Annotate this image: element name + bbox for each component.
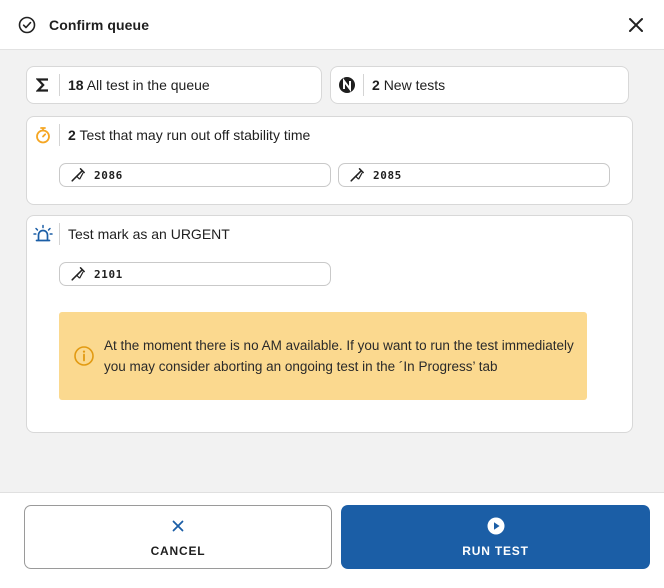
- stopwatch-icon: [27, 117, 59, 153]
- urgent-section: Test mark as an URGENT 2101 At the momen…: [26, 215, 633, 433]
- info-icon: [73, 345, 95, 367]
- sigma-icon: [27, 67, 59, 103]
- close-icon: [169, 517, 187, 535]
- new-tests-count: 2: [372, 77, 380, 93]
- new-tests-card: 2 New tests: [330, 66, 629, 104]
- test-tube-icon: [70, 167, 86, 183]
- all-tests-count: 18: [68, 77, 84, 93]
- new-tests-text: 2 New tests: [372, 77, 445, 93]
- all-tests-text: 18 All test in the queue: [68, 77, 210, 93]
- new-badge-icon: [331, 67, 363, 103]
- all-tests-card: 18 All test in the queue: [26, 66, 322, 104]
- dialog-footer: CANCEL RUN TEST: [0, 492, 664, 588]
- cancel-label: CANCEL: [150, 543, 206, 558]
- cancel-button[interactable]: CANCEL: [24, 505, 332, 569]
- all-tests-label: All test in the queue: [86, 77, 210, 93]
- dialog-header: Confirm queue: [0, 0, 664, 50]
- warning-message: At the moment there is no AM available. …: [104, 338, 574, 374]
- no-am-warning: At the moment there is no AM available. …: [59, 312, 587, 400]
- close-button[interactable]: [624, 13, 648, 37]
- test-chip[interactable]: 2085: [338, 163, 610, 187]
- urgent-label: Test mark as an URGENT: [68, 226, 230, 242]
- urgent-header: Test mark as an URGENT: [27, 216, 632, 252]
- test-chip[interactable]: 2101: [59, 262, 331, 286]
- test-chip[interactable]: 2086: [59, 163, 331, 187]
- run-test-label: RUN TEST: [462, 543, 529, 558]
- test-code: 2086: [94, 168, 123, 182]
- test-tube-icon: [349, 167, 365, 183]
- test-tube-icon: [70, 266, 86, 282]
- stability-section: 2 Test that may run out off stability ti…: [26, 116, 633, 205]
- play-circle-icon: [487, 517, 505, 535]
- stability-header: 2 Test that may run out off stability ti…: [27, 117, 632, 153]
- run-test-button[interactable]: RUN TEST: [341, 505, 650, 569]
- stability-label: Test that may run out off stability time: [79, 127, 311, 143]
- check-circle-icon: [18, 16, 36, 34]
- stability-count: 2: [68, 127, 76, 143]
- stability-text: 2 Test that may run out off stability ti…: [68, 127, 310, 143]
- new-tests-label: New tests: [383, 77, 446, 93]
- test-code: 2101: [94, 267, 123, 281]
- close-icon: [629, 17, 643, 32]
- dialog-content: 18 All test in the queue 2 New tests 2 T…: [0, 50, 664, 492]
- dialog-title: Confirm queue: [49, 16, 150, 33]
- test-code: 2085: [373, 168, 402, 182]
- siren-icon: [27, 216, 59, 252]
